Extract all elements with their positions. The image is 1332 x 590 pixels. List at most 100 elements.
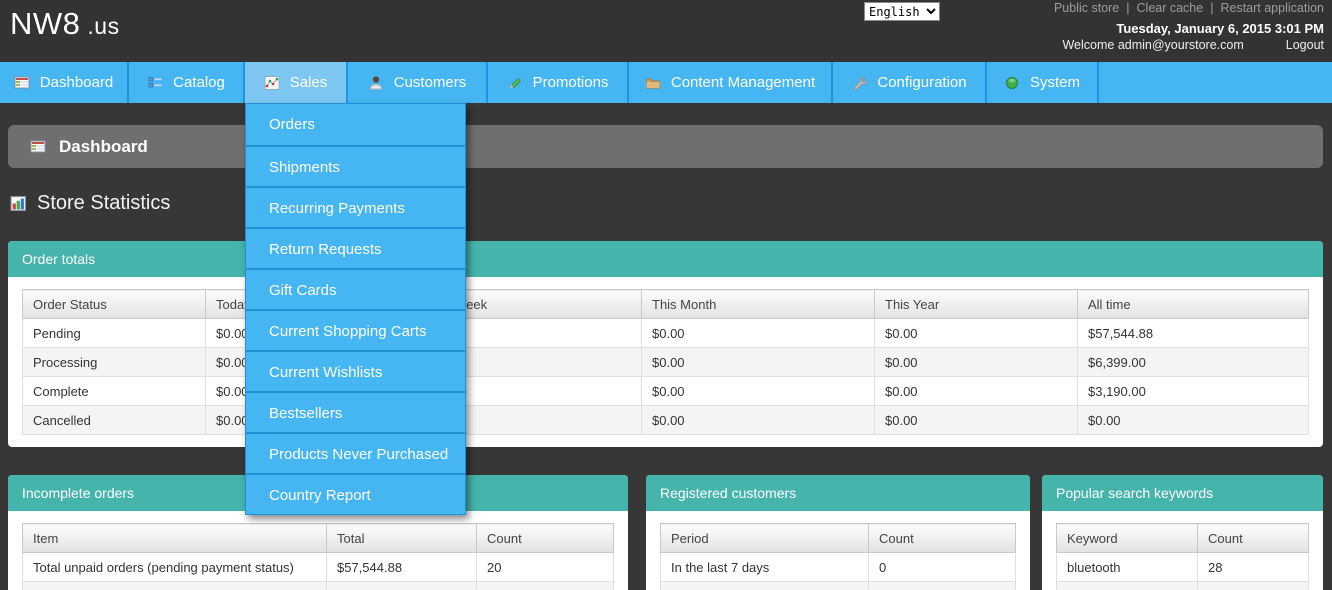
nav-label: Catalog bbox=[173, 74, 225, 91]
sales-icon bbox=[264, 75, 280, 91]
page-title-bar: Dashboard bbox=[8, 125, 1323, 168]
store-statistics-heading: Store Statistics bbox=[10, 192, 170, 215]
panel-title: Order totals bbox=[8, 241, 1323, 277]
table-header-row: Item Total Count bbox=[23, 524, 614, 553]
system-icon bbox=[1004, 75, 1020, 91]
nav-tab-promotions[interactable]: Promotions bbox=[488, 62, 629, 103]
menu-item-shipments[interactable]: Shipments bbox=[246, 145, 465, 186]
menu-item-bestsellers[interactable]: Bestsellers bbox=[246, 391, 465, 432]
order-totals-panel: Order totals Order Status Today This Wee… bbox=[8, 241, 1323, 447]
table-cell: $0.00 bbox=[642, 377, 875, 406]
menu-item-current-wishlists[interactable]: Current Wishlists bbox=[246, 350, 465, 391]
panel-body: Period Count In the last 7 days 0 In the… bbox=[646, 511, 1030, 590]
dashboard-icon bbox=[30, 139, 46, 155]
dashboard-icon bbox=[14, 75, 30, 91]
menu-item-country-report[interactable]: Country Report bbox=[246, 473, 465, 514]
column-header: Count bbox=[1198, 524, 1309, 553]
table-row: bag 16 bbox=[1057, 582, 1309, 590]
table-cell: $6,399.00 bbox=[1078, 348, 1309, 377]
content-management-icon bbox=[645, 75, 661, 91]
table-cell: $0.00 bbox=[875, 319, 1078, 348]
nav-tab-sales[interactable]: Sales bbox=[245, 62, 348, 103]
table-cell: $0.00 bbox=[875, 348, 1078, 377]
logout-link[interactable]: Logout bbox=[1286, 38, 1324, 52]
nav-label: System bbox=[1030, 74, 1080, 91]
panel-body: Item Total Count Total unpaid orders (pe… bbox=[8, 511, 628, 590]
table-cell: Processing bbox=[23, 348, 206, 377]
menu-item-orders[interactable]: Orders bbox=[246, 104, 465, 145]
table-cell: $0.00 bbox=[642, 319, 875, 348]
menu-item-return-requests[interactable]: Return Requests bbox=[246, 227, 465, 268]
welcome-row: Welcome admin@yourstore.com Logout bbox=[1054, 38, 1324, 52]
table-cell: $0.00 bbox=[642, 406, 875, 435]
restart-application-link[interactable]: Restart application bbox=[1220, 1, 1324, 15]
header-right: Public store|Clear cache|Restart applica… bbox=[1054, 1, 1324, 52]
registered-customers-panel: Registered customers Period Count In the… bbox=[646, 475, 1030, 590]
panel-title: Popular search keywords bbox=[1042, 475, 1323, 511]
table-cell: $0.00 bbox=[875, 406, 1078, 435]
column-header: Order Status bbox=[23, 290, 206, 319]
nav-label: Configuration bbox=[877, 74, 966, 91]
table-row: Pending $0.00 $0.00 $0.00 $0.00 $57,544.… bbox=[23, 319, 1309, 348]
language-select[interactable]: English bbox=[864, 2, 940, 21]
customers-icon bbox=[368, 75, 384, 91]
table-row: Cancelled $0.00 $0.00 $0.00 $0.00 $0.00 bbox=[23, 406, 1309, 435]
main-nav: Dashboard Catalog Sales Customers Promot… bbox=[0, 62, 1332, 103]
column-header: This Month bbox=[642, 290, 875, 319]
nav-tab-system[interactable]: System bbox=[987, 62, 1099, 103]
public-store-link[interactable]: Public store bbox=[1054, 1, 1119, 15]
table-cell: In the last 14 days bbox=[661, 582, 869, 590]
table-row: bluetooth 28 bbox=[1057, 553, 1309, 582]
nav-label: Dashboard bbox=[40, 74, 113, 91]
table-cell: Complete bbox=[23, 377, 206, 406]
table-cell: 34 bbox=[477, 582, 614, 590]
store-logo[interactable]: NW8 .us bbox=[10, 6, 120, 42]
column-header: Keyword bbox=[1057, 524, 1198, 553]
menu-item-recurring-payments[interactable]: Recurring Payments bbox=[246, 186, 465, 227]
nav-tab-configuration[interactable]: Configuration bbox=[833, 62, 987, 103]
table-row: Complete $0.00 $0.00 $0.00 $0.00 $3,190.… bbox=[23, 377, 1309, 406]
logo-suffix: .us bbox=[87, 13, 119, 39]
nav-label: Customers bbox=[394, 74, 467, 91]
incomplete-orders-table: Item Total Count Total unpaid orders (pe… bbox=[22, 523, 614, 590]
table-header-row: Keyword Count bbox=[1057, 524, 1309, 553]
table-cell: Total not yet shipped orders bbox=[23, 582, 327, 590]
nav-tab-dashboard[interactable]: Dashboard bbox=[0, 62, 129, 103]
logo-main: NW8 bbox=[10, 6, 80, 41]
configuration-icon bbox=[851, 75, 867, 91]
bar-chart-icon bbox=[10, 195, 27, 212]
registered-customers-table: Period Count In the last 7 days 0 In the… bbox=[660, 523, 1016, 590]
nav-tab-content-management[interactable]: Content Management bbox=[629, 62, 833, 103]
popular-search-keywords-table: Keyword Count bluetooth 28 bag 16 bbox=[1056, 523, 1309, 590]
column-header: Count bbox=[477, 524, 614, 553]
nav-tab-customers[interactable]: Customers bbox=[348, 62, 488, 103]
nav-tab-catalog[interactable]: Catalog bbox=[129, 62, 245, 103]
panel-title: Registered customers bbox=[646, 475, 1030, 511]
menu-item-products-never-purchased[interactable]: Products Never Purchased bbox=[246, 432, 465, 473]
current-datetime: Tuesday, January 6, 2015 3:01 PM bbox=[1054, 21, 1324, 36]
panel-body: Keyword Count bluetooth 28 bag 16 bbox=[1042, 511, 1323, 590]
table-cell: 28 bbox=[1198, 553, 1309, 582]
table-cell: 20 bbox=[477, 553, 614, 582]
menu-item-gift-cards[interactable]: Gift Cards bbox=[246, 268, 465, 309]
column-header: Period bbox=[661, 524, 869, 553]
table-cell: $0.00 bbox=[875, 377, 1078, 406]
table-header-row: Order Status Today This Week This Month … bbox=[23, 290, 1309, 319]
header-links: Public store|Clear cache|Restart applica… bbox=[1054, 1, 1324, 15]
link-separator: | bbox=[1210, 1, 1213, 15]
column-header: Total bbox=[327, 524, 477, 553]
table-row: Total not yet shipped orders $67,133.88 … bbox=[23, 582, 614, 590]
page-title: Dashboard bbox=[59, 137, 148, 157]
column-header: Item bbox=[23, 524, 327, 553]
column-header: Count bbox=[869, 524, 1016, 553]
clear-cache-link[interactable]: Clear cache bbox=[1137, 1, 1204, 15]
menu-item-current-shopping-carts[interactable]: Current Shopping Carts bbox=[246, 309, 465, 350]
table-cell: $57,544.88 bbox=[327, 553, 477, 582]
table-cell: 16 bbox=[1198, 582, 1309, 590]
table-cell: Total unpaid orders (pending payment sta… bbox=[23, 553, 327, 582]
table-cell: Cancelled bbox=[23, 406, 206, 435]
column-header: All time bbox=[1078, 290, 1309, 319]
table-row: In the last 14 days 0 bbox=[661, 582, 1016, 590]
table-cell: bluetooth bbox=[1057, 553, 1198, 582]
top-header: NW8.us English Public store|Clear cache|… bbox=[0, 0, 1332, 62]
